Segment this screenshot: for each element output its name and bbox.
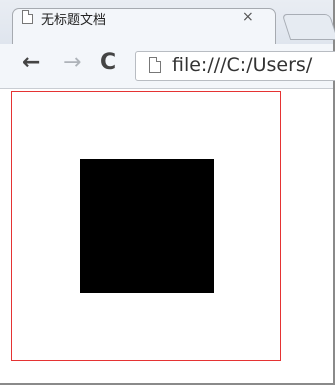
tab-title: 无标题文档 bbox=[41, 13, 107, 28]
forward-arrow-icon[interactable]: → bbox=[63, 52, 81, 74]
page-icon bbox=[149, 57, 161, 73]
black-square bbox=[80, 159, 214, 293]
address-text[interactable]: file:///C:/Users/ bbox=[172, 54, 312, 76]
back-arrow-icon[interactable]: ← bbox=[22, 52, 40, 74]
reload-icon[interactable]: C bbox=[100, 52, 116, 74]
document-icon bbox=[22, 10, 33, 24]
browser-window: 无标题文档 × ← → C file:///C:/Users/ bbox=[0, 0, 335, 385]
new-tab-button[interactable] bbox=[281, 14, 335, 40]
tab-close-icon[interactable]: × bbox=[242, 9, 254, 25]
